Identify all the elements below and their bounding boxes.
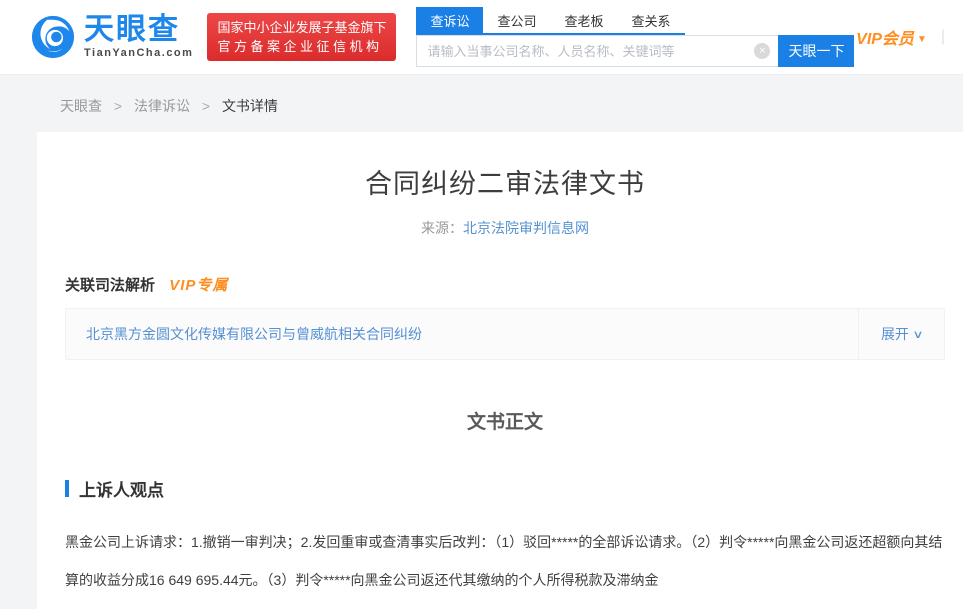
content-card: 合同纠纷二审法律文书 来源：北京法院审判信息网 关联司法解析 VIP专属 北京黑… — [37, 132, 963, 609]
breadcrumb-item-lawsuit[interactable]: 法律诉讼 — [134, 98, 190, 114]
analysis-line: 关联司法解析 VIP专属 — [65, 274, 945, 295]
tianyancha-logo-icon — [31, 15, 75, 59]
breadcrumb: 天眼查 > 法律诉讼 > 文书详情 — [0, 75, 963, 132]
tab-company[interactable]: 查公司 — [483, 7, 550, 33]
brand-logo[interactable]: 天眼查 TianYanCha.com — [30, 14, 193, 60]
document-body-heading: 文书正文 — [466, 412, 543, 433]
search-button[interactable]: 天眼一下 — [778, 35, 855, 67]
paragraph: 黑金公司上诉请求：1.撤销一审判决；2.发回重审或查清事实后改判：（1）驳回**… — [65, 534, 943, 588]
section-head: 上诉人观点 — [65, 476, 945, 501]
certification-badge-line1: 国家中小企业发展子基金旗下 — [217, 20, 387, 35]
tab-lawsuit[interactable]: 查诉讼 — [416, 7, 484, 33]
breadcrumb-item-home[interactable]: 天眼查 — [60, 98, 102, 114]
page-title: 合同纠纷二审法律文书 — [365, 169, 645, 199]
case-link[interactable]: 北京黑方金圆文化传媒有限公司与曾威航相关合同纠纷 — [66, 324, 858, 344]
analysis-label: 关联司法解析 — [65, 277, 156, 294]
source-line: 来源：北京法院审判信息网 — [65, 218, 945, 238]
search-tabs: 查诉讼 查公司 查老板 查关系 — [416, 7, 685, 35]
tab-boss[interactable]: 查老板 — [550, 7, 617, 33]
vip-menu[interactable]: VIP会员 ▼ — [856, 25, 927, 49]
breadcrumb-current: 文书详情 — [221, 98, 278, 114]
search-box: × — [416, 35, 779, 67]
search-area: 查诉讼 查公司 查老板 查关系 × 天眼一下 — [416, 7, 855, 67]
vip-menu-label: VIP会员 — [856, 31, 914, 48]
tab-relation[interactable]: 查关系 — [618, 7, 685, 33]
case-summary-box: 北京黑方金圆文化传媒有限公司与曾威航相关合同纠纷 展开 ∨ — [65, 308, 945, 360]
source-label: 来源： — [421, 220, 463, 236]
vip-exclusive-tag: VIP专属 — [169, 277, 229, 294]
paragraph: 4 958 453.75元。（4）判令*****向黑金公司赔偿因其违约给黑金公司… — [65, 605, 945, 609]
search-input[interactable] — [416, 35, 779, 67]
source-link[interactable]: 北京法院审判信息网 — [463, 220, 589, 236]
brand-text: 天眼查 TianYanCha.com — [84, 15, 193, 59]
caret-down-icon: ▼ — [916, 34, 927, 45]
header-right: VIP会员 ▼ | — [856, 25, 945, 49]
section-title: 上诉人观点 — [79, 481, 164, 500]
site-header: 天眼查 TianYanCha.com 国家中小企业发展子基金旗下 官方备案企业征… — [0, 0, 963, 75]
chevron-down-icon: ∨ — [912, 328, 924, 341]
brand-name: 天眼查 — [84, 13, 180, 46]
section-marker — [65, 480, 69, 497]
expand-toggle[interactable]: 展开 ∨ — [857, 309, 944, 359]
document-body: 黑金公司上诉请求：1.撤销一审判决；2.发回重审或查清事实后改判：（1）驳回**… — [65, 523, 945, 609]
breadcrumb-separator: > — [113, 98, 123, 114]
certification-badge: 国家中小企业发展子基金旗下 官方备案企业征信机构 — [207, 13, 397, 61]
search-row: × 天眼一下 — [416, 35, 855, 67]
expand-label: 展开 — [880, 326, 909, 342]
brand-domain: TianYanCha.com — [84, 47, 194, 59]
certification-badge-line2: 官方备案企业征信机构 — [217, 39, 383, 54]
header-divider: | — [940, 28, 945, 45]
breadcrumb-separator: > — [201, 98, 211, 114]
